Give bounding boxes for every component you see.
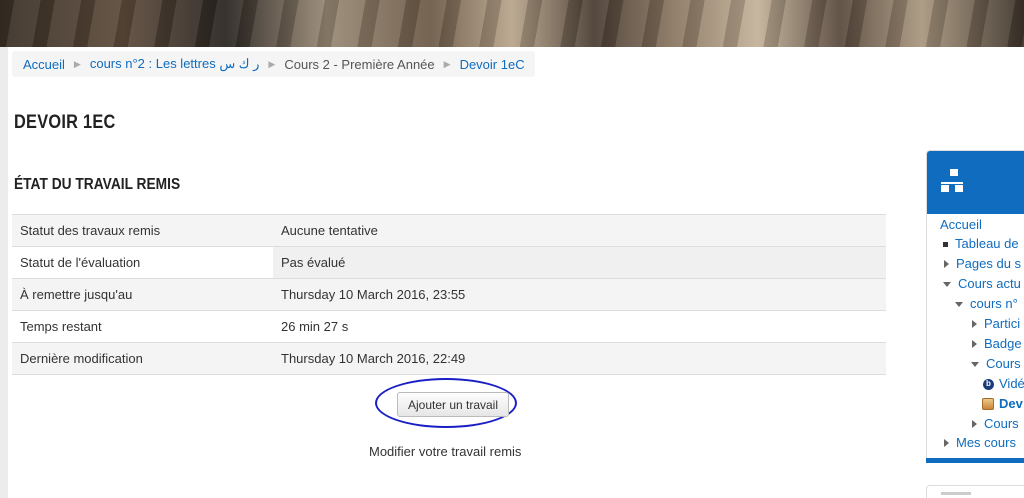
row-value: Pas évalué [273, 246, 886, 279]
submission-status-table: Statut des travaux remis Aucune tentativ… [12, 214, 886, 375]
row-label: Statut de l'évaluation [12, 246, 273, 279]
header-banner-image [0, 0, 1024, 47]
row-label: Statut des travaux remis [12, 214, 273, 247]
nav-item-current-course[interactable]: Cours actu [943, 274, 1021, 294]
nav-item-badges[interactable]: Badge [972, 334, 1022, 354]
nav-item-home[interactable]: Accueil [940, 215, 982, 235]
table-row: Statut de l'évaluation Pas évalué [12, 246, 886, 279]
nav-item-my-courses[interactable]: Mes cours [944, 433, 1016, 453]
block-title-placeholder [941, 492, 971, 495]
breadcrumb-separator-icon: ▶ [73, 58, 81, 69]
breadcrumb-separator-icon: ▶ [443, 58, 451, 69]
nav-item-label[interactable]: Cours [986, 354, 1021, 374]
expand-arrow-icon[interactable] [972, 320, 977, 328]
expand-arrow-icon[interactable] [944, 260, 949, 268]
row-label: Temps restant [12, 310, 273, 343]
collapse-arrow-icon[interactable] [955, 301, 963, 307]
expand-arrow-icon[interactable] [944, 439, 949, 447]
table-row: Statut des travaux remis Aucune tentativ… [12, 214, 886, 247]
sitemap-icon [939, 169, 969, 197]
expand-arrow-icon[interactable] [972, 420, 977, 428]
nav-item-label[interactable]: Mes cours [956, 433, 1016, 453]
row-value: 26 min 27 s [273, 310, 886, 343]
nav-item-video[interactable]: b Vidé [983, 374, 1024, 394]
section-title: État du travail remis [14, 176, 181, 193]
breadcrumb-section: Cours 2 - Première Année [284, 56, 435, 72]
expand-arrow-icon[interactable] [972, 340, 977, 348]
navigation-block-footer [926, 458, 1024, 463]
modify-submission-hint: Modifier votre travail remis [369, 444, 522, 459]
nav-item-course[interactable]: cours n° [955, 294, 1018, 314]
breadcrumb-current-link[interactable]: Devoir 1eC [460, 57, 525, 72]
table-row: Dernière modification Thursday 10 March … [12, 342, 886, 375]
nav-item-label[interactable]: Cours [984, 414, 1019, 434]
add-submission-button[interactable]: Ajouter un travail [397, 392, 509, 417]
navigation-block-header[interactable] [927, 151, 1024, 214]
breadcrumb-course-link[interactable]: cours n°2 : Les lettres ر ك س [90, 56, 260, 72]
row-value: Thursday 10 March 2016, 22:49 [273, 342, 886, 375]
bullet-icon [943, 241, 948, 247]
nav-item-section-2[interactable]: Cours [972, 414, 1019, 434]
left-gutter [0, 47, 8, 498]
table-row: À remettre jusqu'au Thursday 10 March 20… [12, 278, 886, 311]
video-icon: b [983, 378, 994, 390]
collapse-arrow-icon[interactable] [971, 361, 979, 367]
nav-item-label[interactable]: Dev [999, 394, 1023, 414]
table-row: Temps restant 26 min 27 s [12, 310, 886, 343]
nav-item-label[interactable]: Accueil [940, 215, 982, 235]
nav-item-label[interactable]: cours n° [970, 294, 1018, 314]
breadcrumb-home-link[interactable]: Accueil [23, 57, 65, 72]
breadcrumb-separator-icon: ▶ [268, 58, 276, 69]
breadcrumb: Accueil ▶ cours n°2 : Les lettres ر ك س … [12, 51, 535, 77]
row-label: Dernière modification [12, 342, 273, 375]
page-title: Devoir 1eC [14, 112, 116, 133]
nav-item-site-pages[interactable]: Pages du s [944, 254, 1021, 274]
nav-item-label[interactable]: Vidé [999, 374, 1024, 394]
nav-item-label[interactable]: Pages du s [956, 254, 1021, 274]
row-label: À remettre jusqu'au [12, 278, 273, 311]
nav-item-label[interactable]: Cours actu [958, 274, 1021, 294]
nav-item-dashboard[interactable]: Tableau de [943, 234, 1019, 254]
nav-item-section[interactable]: Cours [971, 354, 1021, 374]
nav-item-assignment[interactable]: Dev [982, 394, 1023, 414]
row-value: Aucune tentative [273, 214, 886, 247]
nav-item-label[interactable]: Tableau de [955, 234, 1019, 254]
assignment-icon [982, 398, 994, 410]
nav-item-label[interactable]: Badge [984, 334, 1022, 354]
nav-item-label[interactable]: Partici [984, 314, 1020, 334]
next-block [926, 485, 1024, 498]
nav-item-participants[interactable]: Partici [972, 314, 1020, 334]
row-value: Thursday 10 March 2016, 23:55 [273, 278, 886, 311]
collapse-arrow-icon[interactable] [943, 281, 951, 287]
